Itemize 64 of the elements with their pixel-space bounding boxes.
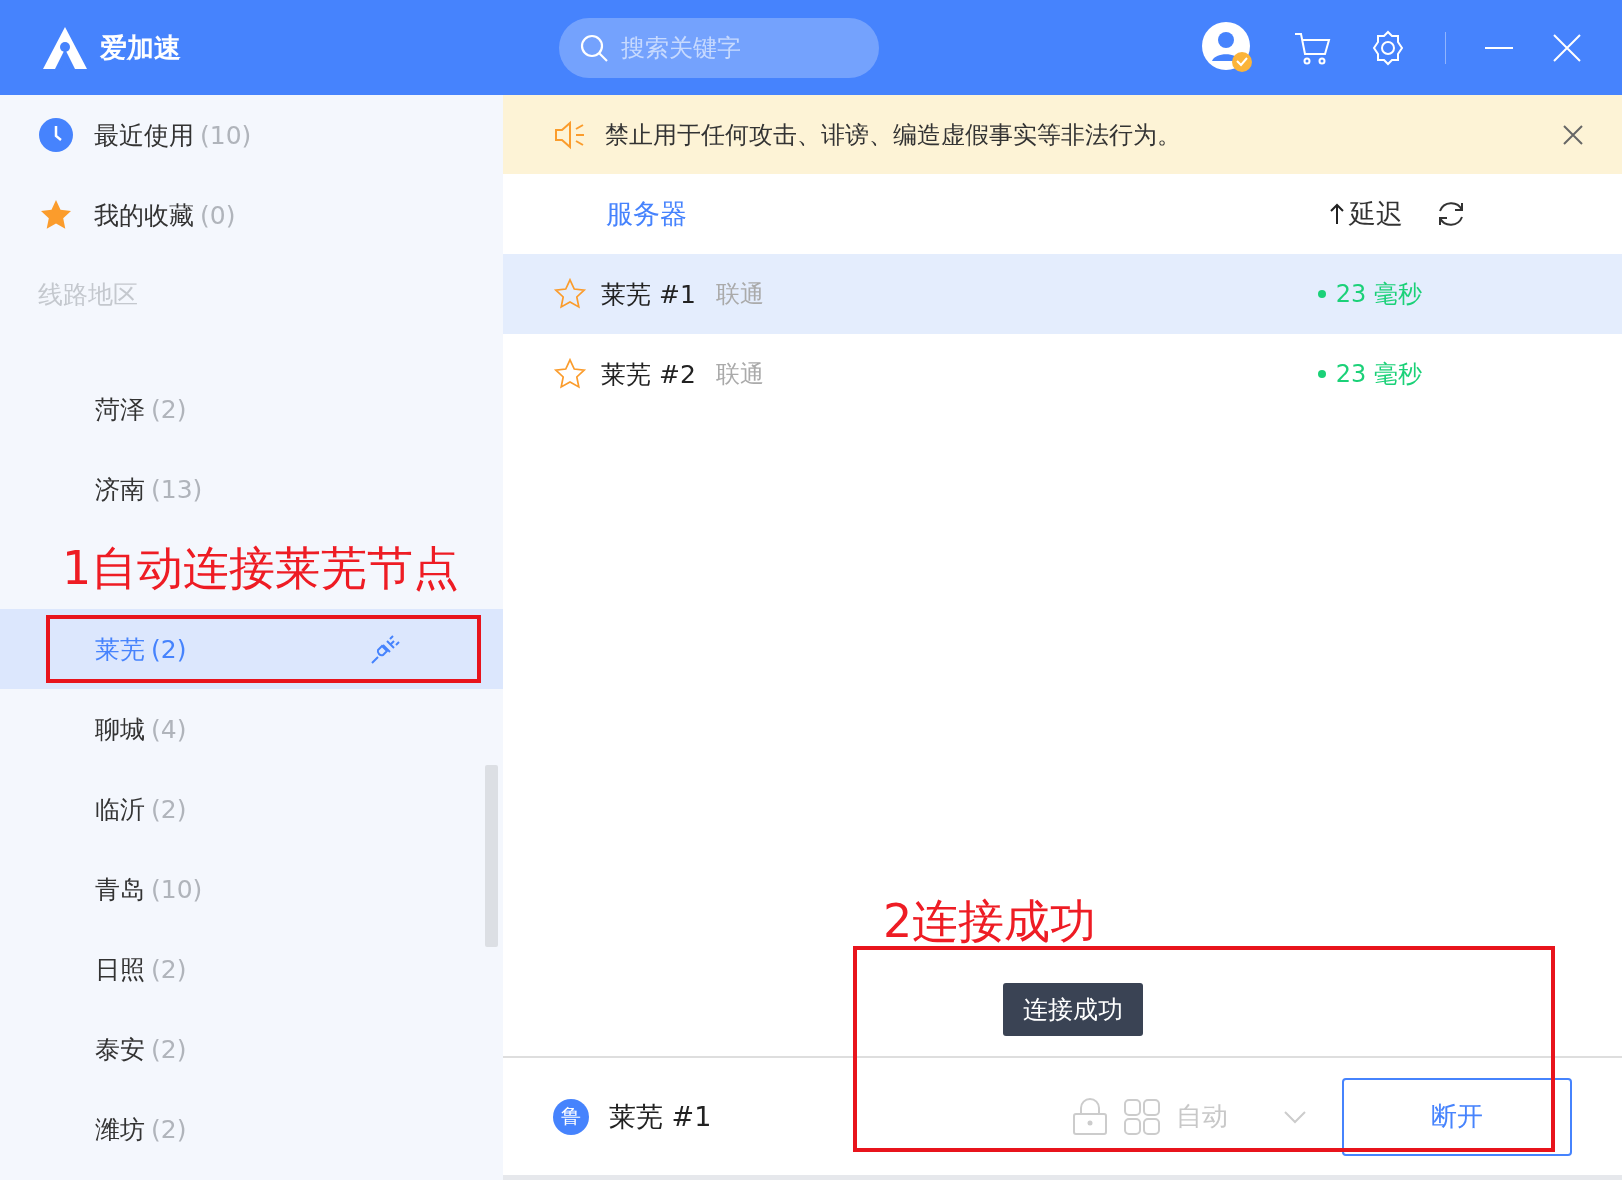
star-icon[interactable] xyxy=(553,277,587,311)
region-name: 泰安 xyxy=(95,1033,145,1066)
scrollbar[interactable] xyxy=(485,765,498,947)
region-badge: 鲁 xyxy=(553,1098,589,1135)
toast-message: 连接成功 xyxy=(1003,983,1143,1036)
region-count: (2) xyxy=(151,1114,187,1144)
region-count: (2) xyxy=(151,394,187,424)
region-count: (4) xyxy=(151,714,187,744)
region-name: 济南 xyxy=(95,473,145,506)
isp-label: 联通 xyxy=(715,279,764,310)
region-count: (10) xyxy=(151,874,203,904)
region-item[interactable]: 临沂 (2) xyxy=(0,769,503,849)
server-name: 莱芜 #2 xyxy=(601,358,696,391)
region-count: (2) xyxy=(151,954,187,984)
status-dot xyxy=(1317,290,1326,298)
search-icon xyxy=(579,32,609,63)
latency-text: 23 毫秒 xyxy=(1335,279,1422,310)
search-input[interactable]: 搜索关键字 xyxy=(619,32,839,63)
status-dot xyxy=(1317,370,1326,378)
clock-icon xyxy=(38,117,74,153)
search-field[interactable]: 搜索关键字 xyxy=(559,17,879,78)
region-count: (13) xyxy=(151,474,203,504)
grid-icon xyxy=(1124,1098,1160,1135)
item-label: 最近使用 xyxy=(94,120,194,150)
server-name: 莱芜 #1 xyxy=(601,278,696,311)
app-name: 爱加速 xyxy=(100,30,181,65)
region-item[interactable]: 济南 (13) xyxy=(0,449,503,529)
region-count: (2) xyxy=(151,794,187,824)
close-icon[interactable] xyxy=(1562,123,1584,146)
item-count: (10) xyxy=(200,120,252,150)
region-item[interactable]: 日照 (2) xyxy=(0,929,503,1009)
region-name: 潍坊 xyxy=(95,1113,145,1146)
region-item[interactable]: 泰安 (2) xyxy=(0,1009,503,1089)
annotation-text: 1自动连接莱芜节点 xyxy=(62,540,460,597)
server-row[interactable]: 莱芜 #1 联通 23 毫秒 xyxy=(503,254,1622,334)
sort-arrow-icon[interactable] xyxy=(1329,202,1345,226)
item-count: (0) xyxy=(200,200,236,230)
region-item[interactable]: 聊城 (4) xyxy=(0,689,503,769)
speaker-icon xyxy=(553,119,587,150)
column-header[interactable]: 服务器 xyxy=(606,196,687,232)
region-item[interactable]: 菏泽 (2) xyxy=(0,369,503,449)
region-name: 临沂 xyxy=(95,793,145,826)
sidebar-item[interactable]: 最近使用 (10) xyxy=(0,95,503,175)
region-name: 菏泽 xyxy=(95,393,145,426)
region-name: 日照 xyxy=(95,953,145,986)
annotation-text: 2连接成功 xyxy=(883,893,1097,950)
notice-text: 禁止用于任何攻击、诽谤、编造虚假事实等非法行为。 xyxy=(605,119,1181,151)
region-name: 聊城 xyxy=(95,713,145,746)
column-header[interactable]: 延迟 xyxy=(1349,196,1403,232)
sidebar-item[interactable]: 我的收藏 (0) xyxy=(0,175,503,255)
latency-text: 23 毫秒 xyxy=(1335,359,1422,390)
connected-server: 莱芜 #1 xyxy=(609,1099,712,1134)
region-name: 莱芜 xyxy=(95,633,145,666)
region-name: 青岛 xyxy=(95,873,145,906)
lock-icon xyxy=(1072,1097,1108,1136)
region-count: (2) xyxy=(151,1034,187,1064)
user-avatar-icon[interactable] xyxy=(1201,20,1255,75)
item-label: 我的收藏 xyxy=(94,200,194,230)
disconnect-button[interactable]: 断开 xyxy=(1342,1077,1572,1156)
star-icon[interactable] xyxy=(553,357,587,391)
isp-label: 联通 xyxy=(715,359,764,390)
region-item[interactable]: 潍坊 (2) xyxy=(0,1089,503,1169)
region-count: (2) xyxy=(151,634,187,664)
region-item[interactable]: 青岛 (10) xyxy=(0,849,503,929)
